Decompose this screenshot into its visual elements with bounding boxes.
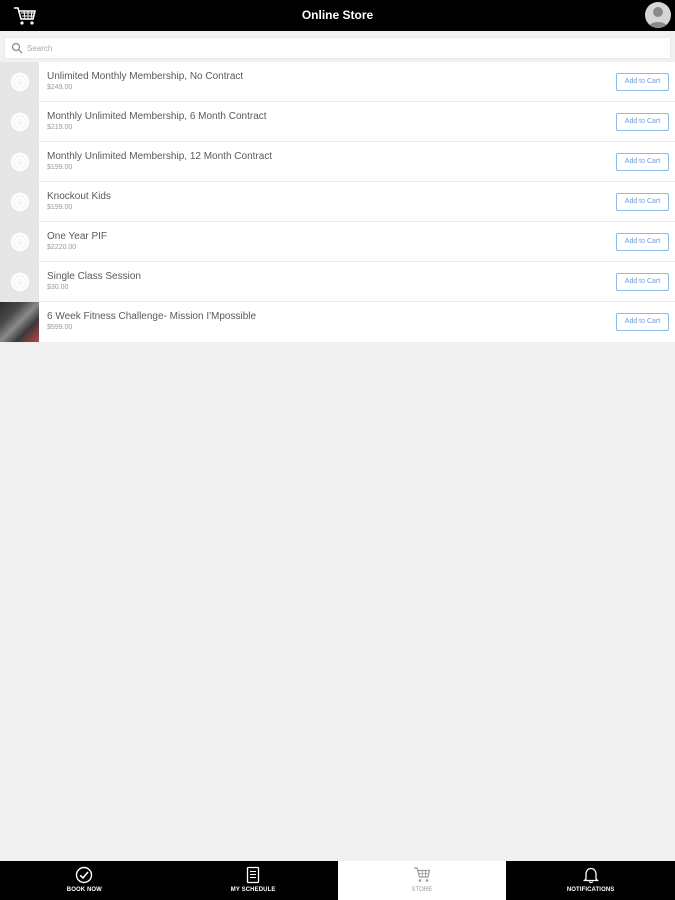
page-title: Online Store: [301, 8, 374, 22]
product-thumbnail: [0, 102, 39, 142]
nav-label: BOOK NOW: [66, 887, 102, 893]
product-thumbnail: [0, 62, 39, 102]
placeholder-image-icon: [10, 272, 29, 292]
product-row[interactable]: Single Class Session $30.00 Add to Cart: [0, 262, 675, 302]
bottom-nav: BOOK NOW MY SCHEDULE STORE NOTIFICATIONS: [0, 861, 675, 900]
product-name: Monthly Unlimited Membership, 12 Month C…: [47, 151, 273, 162]
add-to-cart-button[interactable]: Add to Cart: [616, 73, 669, 91]
product-row[interactable]: Unlimited Monthly Membership, No Contrac…: [0, 62, 675, 102]
product-row[interactable]: 6 Week Fitness Challenge- Mission I'Mpos…: [0, 302, 675, 343]
product-price: $30.00: [47, 284, 69, 291]
nav-label: NOTIFICATIONS: [566, 887, 615, 893]
product-price: $249.00: [47, 84, 73, 91]
product-name: Knockout Kids: [47, 191, 111, 202]
avatar[interactable]: [645, 2, 671, 28]
product-price: $2220.00: [47, 244, 77, 251]
bell-icon: [582, 867, 599, 884]
app-header: Online Store: [0, 0, 675, 31]
product-price: $219.00: [47, 124, 73, 131]
add-to-cart-button[interactable]: Add to Cart: [616, 193, 669, 211]
product-name: 6 Week Fitness Challenge- Mission I'Mpos…: [47, 311, 257, 322]
nav-book-now[interactable]: BOOK NOW: [0, 861, 169, 900]
placeholder-image-icon: [10, 192, 29, 212]
product-price: $199.00: [47, 164, 73, 171]
nav-label: STORE: [411, 887, 433, 893]
search-icon: [11, 42, 23, 54]
nav-my-schedule[interactable]: MY SCHEDULE: [169, 861, 338, 900]
product-name: Single Class Session: [47, 271, 141, 282]
product-price: $199.00: [47, 204, 73, 211]
nav-store[interactable]: STORE: [337, 861, 507, 900]
add-to-cart-button[interactable]: Add to Cart: [616, 153, 669, 171]
shopping-cart-icon: [413, 867, 431, 882]
placeholder-image-icon: [10, 232, 29, 252]
product-price: $599.00: [47, 324, 73, 331]
product-thumbnail: [0, 222, 39, 262]
schedule-list-icon: [246, 866, 260, 884]
nav-label: MY SCHEDULE: [230, 887, 276, 893]
add-to-cart-button[interactable]: Add to Cart: [616, 233, 669, 251]
add-to-cart-button[interactable]: Add to Cart: [616, 273, 669, 291]
product-thumbnail: [0, 262, 39, 302]
product-name: Monthly Unlimited Membership, 6 Month Co…: [47, 111, 267, 122]
product-name: Unlimited Monthly Membership, No Contrac…: [47, 71, 244, 82]
placeholder-image-icon: [10, 112, 29, 132]
product-thumbnail: [0, 182, 39, 222]
product-row[interactable]: Knockout Kids $199.00 Add to Cart: [0, 182, 675, 222]
add-to-cart-button[interactable]: Add to Cart: [616, 313, 669, 331]
product-name: One Year PIF: [47, 231, 108, 242]
product-row[interactable]: Monthly Unlimited Membership, 6 Month Co…: [0, 102, 675, 142]
search-box: [4, 37, 671, 59]
check-circle-icon: [76, 866, 93, 884]
product-row[interactable]: Monthly Unlimited Membership, 12 Month C…: [0, 142, 675, 182]
add-to-cart-button[interactable]: Add to Cart: [616, 113, 669, 131]
placeholder-image-icon: [10, 72, 29, 92]
user-avatar-icon: [648, 7, 668, 28]
placeholder-image-icon: [10, 152, 29, 172]
product-list: Unlimited Monthly Membership, No Contrac…: [0, 62, 675, 343]
product-row[interactable]: One Year PIF $2220.00 Add to Cart: [0, 222, 675, 262]
product-photo-thumbnail: [0, 302, 39, 342]
product-thumbnail: [0, 142, 39, 182]
search-input[interactable]: [27, 40, 657, 56]
search-bar: [0, 31, 675, 62]
nav-notifications[interactable]: NOTIFICATIONS: [506, 861, 675, 900]
